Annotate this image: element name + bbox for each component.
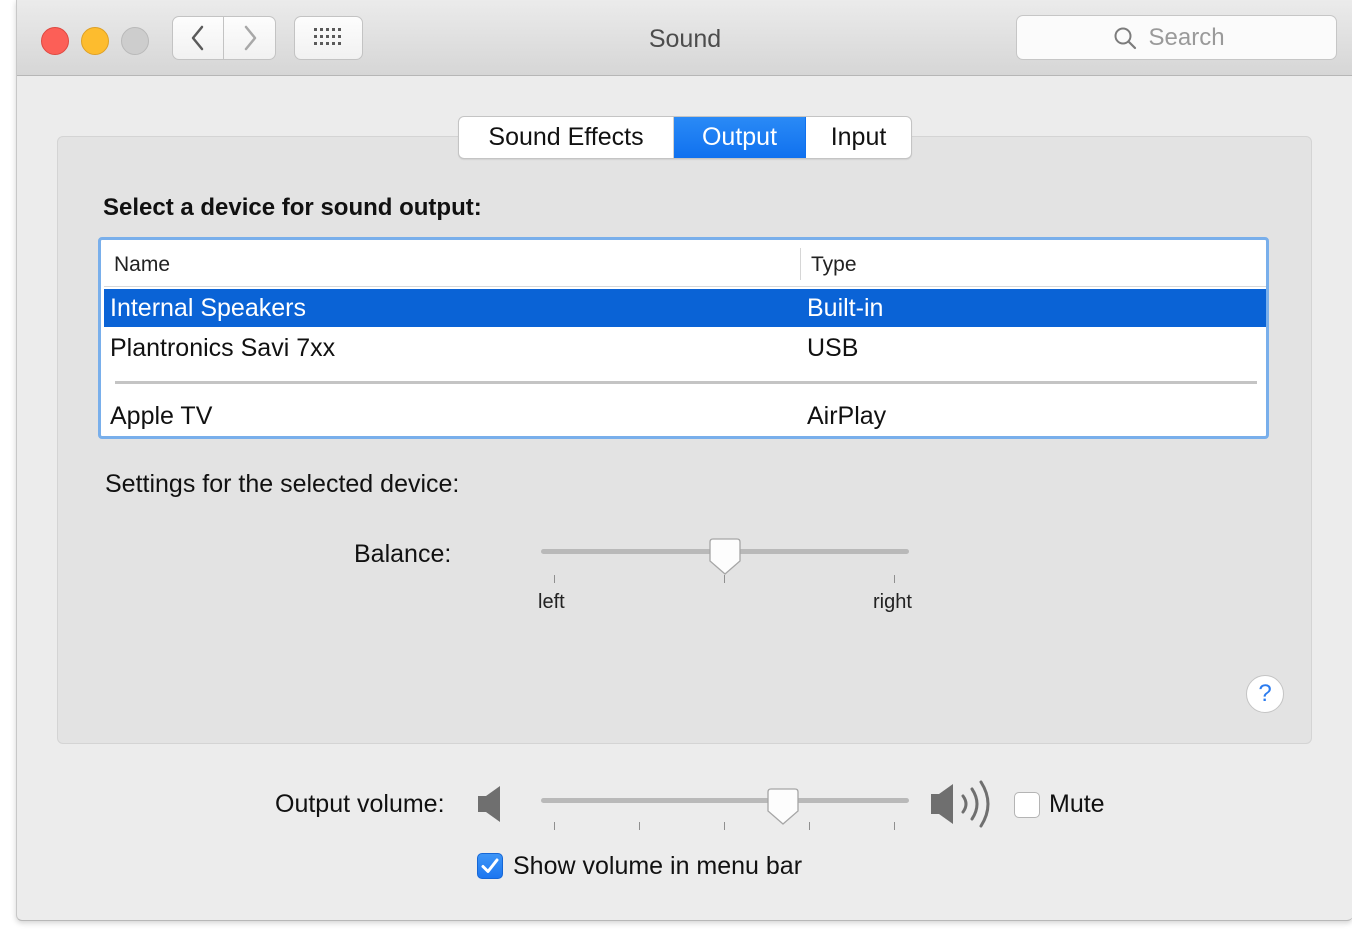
sound-preferences-window: Sound Sound Effects Output Input Select … — [16, 0, 1352, 921]
volume-slider-knob[interactable] — [766, 787, 800, 827]
balance-tick — [894, 575, 895, 583]
show-volume-label[interactable]: Show volume in menu bar — [513, 852, 802, 881]
search-icon — [1114, 27, 1136, 49]
tab-input[interactable]: Input — [806, 117, 911, 158]
output-device-table[interactable]: Name Type Internal Speakers Built-in Pla… — [98, 237, 1269, 439]
tab-bar: Sound Effects Output Input — [458, 116, 912, 159]
list-separator — [115, 381, 1257, 384]
mute-checkbox[interactable] — [1014, 792, 1040, 818]
table-row[interactable]: Plantronics Savi 7xx USB — [104, 329, 1266, 367]
balance-tick — [724, 575, 725, 583]
device-name: Plantronics Savi 7xx — [110, 334, 336, 362]
search-input[interactable] — [1146, 22, 1241, 53]
volume-tick — [724, 822, 725, 830]
balance-tick — [554, 575, 555, 583]
table-row[interactable]: Apple TV AirPlay — [104, 397, 1266, 435]
volume-tick — [894, 822, 895, 830]
checkmark-icon — [481, 858, 499, 873]
device-type: AirPlay — [807, 402, 887, 430]
balance-slider-knob[interactable] — [708, 537, 742, 577]
column-header-name[interactable]: Name — [114, 253, 170, 277]
balance-right-label: right — [873, 591, 912, 613]
volume-track[interactable] — [541, 798, 909, 803]
device-name: Internal Speakers — [110, 294, 306, 322]
device-type: Built-in — [807, 294, 884, 322]
volume-tick — [554, 822, 555, 830]
device-list-heading: Select a device for sound output: — [103, 194, 482, 221]
settings-subheading: Settings for the selected device: — [105, 470, 460, 498]
tab-content-panel — [57, 136, 1312, 744]
volume-high-icon — [931, 780, 990, 828]
volume-tick — [809, 822, 810, 830]
table-row[interactable]: Internal Speakers Built-in — [104, 289, 1266, 327]
tab-sound-effects[interactable]: Sound Effects — [459, 117, 674, 158]
search-field[interactable] — [1016, 15, 1337, 60]
help-button[interactable]: ? — [1246, 675, 1284, 713]
mute-label[interactable]: Mute — [1049, 790, 1105, 819]
device-type: USB — [807, 334, 859, 362]
column-separator[interactable] — [800, 248, 801, 280]
column-header-type[interactable]: Type — [811, 253, 857, 277]
show-volume-checkbox[interactable] — [477, 853, 503, 879]
output-volume-label: Output volume: — [275, 790, 445, 818]
device-name: Apple TV — [110, 402, 213, 430]
title-bar: Sound — [17, 0, 1352, 76]
volume-tick — [639, 822, 640, 830]
balance-label: Balance: — [354, 540, 452, 568]
table-header: Name Type — [104, 240, 1266, 287]
tab-output[interactable]: Output — [674, 117, 806, 158]
balance-left-label: left — [538, 591, 565, 613]
volume-low-icon — [478, 786, 500, 822]
